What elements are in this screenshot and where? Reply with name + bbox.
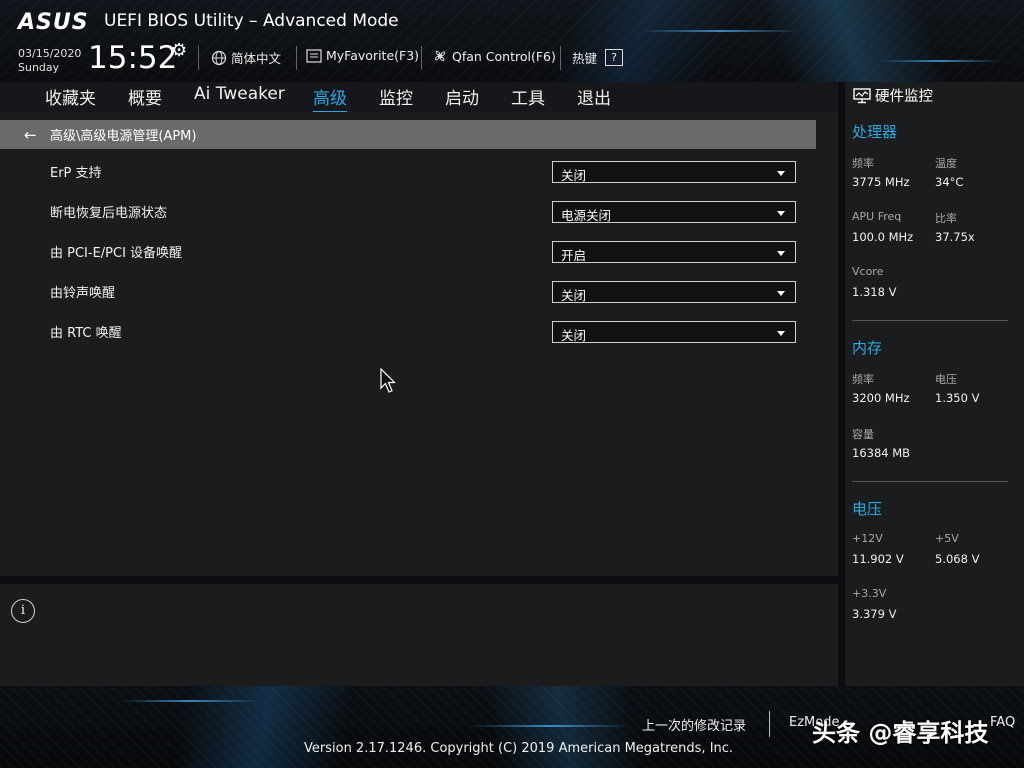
ratio-value: 37.75x: [935, 230, 975, 244]
cpu-temp-value: 34°C: [935, 175, 964, 189]
tab-exit[interactable]: 退出: [577, 84, 611, 109]
tab-monitor[interactable]: 监控: [379, 84, 413, 109]
monitor-divider: [852, 481, 1008, 482]
question-icon: ?: [605, 49, 624, 66]
chevron-down-icon: [777, 211, 785, 216]
monitor-icon: [853, 87, 871, 103]
voltage-heading: 电压: [852, 500, 883, 518]
v33-value: 3.379 V: [852, 607, 897, 621]
header-separator: [296, 46, 297, 70]
tab-boot[interactable]: 启动: [445, 84, 479, 109]
select-value: 关闭: [561, 168, 587, 183]
apu-freq-value: 100.0 MHz: [852, 230, 914, 244]
apu-freq-label: APU Freq: [852, 210, 902, 223]
select-value: 关闭: [561, 328, 587, 343]
select-value: 关闭: [561, 288, 587, 303]
decor-glint: [470, 725, 630, 727]
decor-glint: [880, 60, 1000, 62]
tab-bar: [0, 82, 838, 112]
setting-label-erp: ErP 支持: [50, 166, 102, 181]
ratio-label: 比率: [935, 212, 957, 225]
cpu-freq-label: 频率: [852, 157, 874, 170]
cpu-temp-label: 温度: [935, 157, 957, 170]
mem-freq-value: 3200 MHz: [852, 391, 910, 405]
mem-volt-value: 1.350 V: [935, 391, 980, 405]
hotkey-button[interactable]: 热键 ?: [572, 48, 624, 67]
language-label: 简体中文: [231, 51, 282, 66]
v5-label: +5V: [935, 532, 959, 545]
mem-freq-label: 频率: [852, 373, 874, 386]
chevron-down-icon: [777, 291, 785, 296]
fan-icon: [434, 50, 446, 62]
header-separator: [560, 46, 561, 70]
v12-value: 11.902 V: [852, 552, 904, 566]
gear-icon[interactable]: ⚙: [171, 40, 187, 61]
tab-advanced[interactable]: 高级: [313, 84, 347, 113]
select-ac-power-loss[interactable]: 电源关闭: [552, 201, 796, 223]
info-icon: i: [11, 599, 35, 623]
select-value: 电源关闭: [561, 208, 612, 223]
mem-capacity-value: 16384 MB: [852, 446, 911, 460]
select-ring-wake[interactable]: 关闭: [552, 281, 796, 303]
cpu-heading: 处理器: [852, 123, 898, 141]
chevron-down-icon: [777, 331, 785, 336]
back-arrow-icon[interactable]: ←: [24, 126, 40, 144]
header-separator: [198, 46, 199, 70]
setting-label-ac-power-loss: 断电恢复后电源状态: [50, 206, 168, 221]
qfan-label: Qfan Control(F6): [452, 48, 556, 64]
setting-label-ring-wake: 由铃声唤醒: [50, 286, 116, 301]
mouse-cursor-icon: [380, 368, 396, 393]
chevron-down-icon: [777, 171, 785, 176]
myfavorite-label: MyFavorite(F3): [326, 48, 420, 63]
date-display: 03/15/2020 Sunday: [18, 47, 81, 75]
select-rtc-wake[interactable]: 关闭: [552, 321, 796, 343]
globe-icon: [211, 50, 227, 65]
hotkey-label: 热键: [572, 51, 598, 66]
decor-glint: [640, 30, 800, 32]
language-button[interactable]: 简体中文: [211, 48, 281, 67]
faq-button[interactable]: FAQ: [990, 715, 1015, 730]
select-erp[interactable]: 关闭: [552, 161, 796, 183]
v12-label: +12V: [852, 532, 883, 545]
header-separator: [421, 46, 422, 70]
myfavorite-button[interactable]: MyFavorite(F3): [306, 48, 419, 63]
cpu-freq-value: 3775 MHz: [852, 175, 910, 189]
tab-ai-tweaker[interactable]: Ai Tweaker: [194, 84, 285, 104]
hardware-monitor-label: 硬件监控: [875, 89, 933, 105]
last-modified-button[interactable]: 上一次的修改记录: [642, 715, 746, 734]
v33-label: +3.3V: [852, 587, 887, 600]
mem-capacity-label: 容量: [852, 428, 874, 441]
v5-value: 5.068 V: [935, 552, 980, 566]
breadcrumb: ← 高级\高级电源管理(APM): [0, 120, 816, 149]
vcore-value: 1.318 V: [852, 285, 897, 299]
asus-logo: ASUS: [18, 10, 89, 35]
footer-separator: [769, 711, 770, 737]
select-pcie-wake[interactable]: 开启: [552, 241, 796, 263]
help-panel: [0, 584, 838, 686]
decor-glint: [120, 700, 260, 702]
panel-divider: [0, 576, 838, 584]
watermark-text: 头条 @睿享科技: [812, 719, 989, 747]
date-text: 03/15/2020: [18, 47, 82, 60]
chevron-down-icon: [777, 251, 785, 256]
breadcrumb-text: 高级\高级电源管理(APM): [50, 129, 197, 144]
setting-label-rtc-wake: 由 RTC 唤醒: [50, 326, 122, 341]
setting-label-pcie-wake: 由 PCI-E/PCI 设备唤醒: [50, 246, 183, 261]
tab-tool[interactable]: 工具: [511, 84, 545, 109]
tab-favorites[interactable]: 收藏夹: [45, 84, 96, 109]
favorite-list-icon: [306, 48, 322, 63]
hardware-monitor-title: 硬件监控: [853, 85, 933, 106]
version-text: Version 2.17.1246. Copyright (C) 2019 Am…: [304, 741, 734, 756]
vcore-label: Vcore: [852, 265, 884, 278]
clock: 15:52: [88, 40, 178, 76]
tab-main[interactable]: 概要: [128, 84, 162, 109]
qfan-button[interactable]: Qfan Control(F6): [432, 48, 556, 64]
memory-heading: 内存: [852, 339, 883, 357]
weekday-text: Sunday: [18, 61, 60, 74]
monitor-divider: [852, 320, 1008, 321]
select-value: 开启: [561, 248, 587, 263]
app-title: UEFI BIOS Utility – Advanced Mode: [104, 11, 399, 31]
mem-volt-label: 电压: [935, 373, 957, 386]
